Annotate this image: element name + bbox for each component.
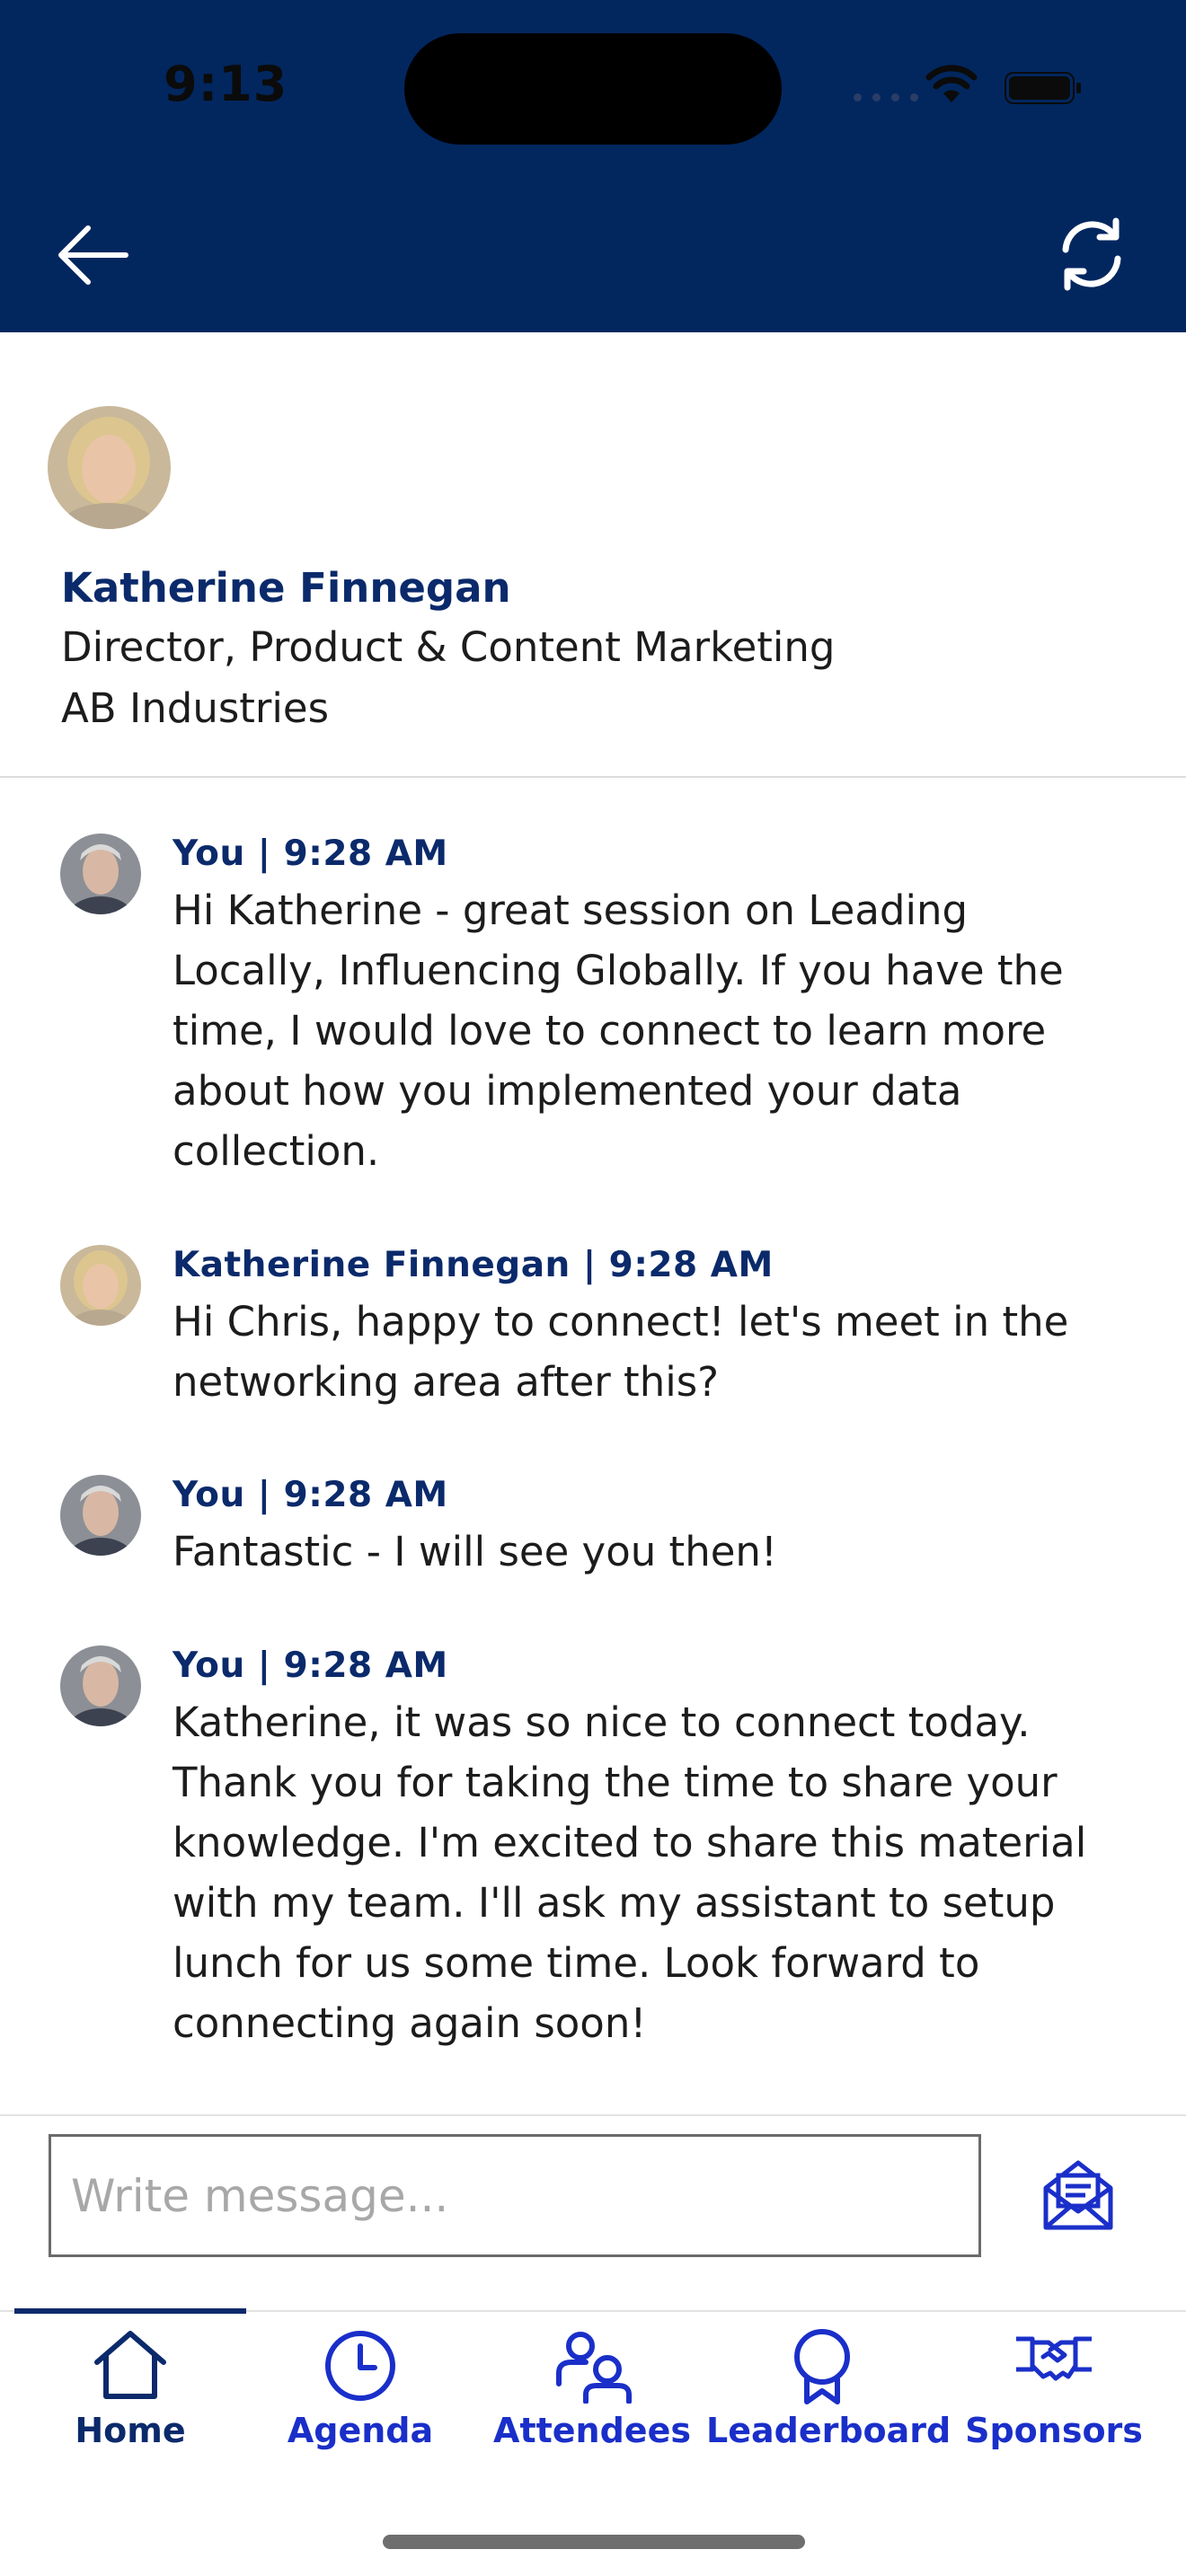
battery-icon xyxy=(1005,72,1081,104)
nav-label: Leaderboard xyxy=(706,2411,951,2450)
contact-title: Director, Product & Content Marketing xyxy=(61,623,836,671)
home-icon xyxy=(94,2331,166,2399)
nav-item-sponsors[interactable]: Sponsors xyxy=(938,2312,1170,2510)
nav-label: Sponsors xyxy=(965,2411,1143,2450)
send-mail-icon[interactable] xyxy=(1040,2157,1116,2233)
ribbon-icon xyxy=(794,2329,850,2404)
message-meta: You | 9:28 AM xyxy=(173,834,448,874)
nav-item-leaderboard[interactable]: Leaderboard xyxy=(706,2312,951,2510)
divider xyxy=(0,776,1186,778)
nav-label: Agenda xyxy=(287,2411,434,2450)
message-text: Hi Katherine - great session on Leading … xyxy=(173,887,1064,1175)
clock-icon xyxy=(325,2331,395,2401)
bottom-nav: Home Agenda Attendees Leaderboard Sponso… xyxy=(0,2312,1186,2510)
wifi-icon xyxy=(925,65,978,102)
message-text: Fantastic - I will see you then! xyxy=(173,1528,777,1575)
nav-item-home[interactable]: Home xyxy=(14,2312,246,2510)
nav-label: Attendees xyxy=(493,2411,691,2450)
avatar xyxy=(60,1245,141,1326)
divider xyxy=(0,2114,1186,2116)
dynamic-island xyxy=(404,33,782,145)
message-input[interactable] xyxy=(49,2134,981,2257)
handshake-icon xyxy=(1016,2336,1092,2381)
message-meta: You | 9:28 AM xyxy=(173,1645,448,1686)
nav-item-agenda[interactable]: Agenda xyxy=(244,2312,476,2510)
contact-profile: Katherine Finnegan Director, Product & C… xyxy=(0,332,1186,778)
avatar xyxy=(60,1645,141,1726)
message-meta: You | 9:28 AM xyxy=(173,1475,448,1515)
cellular-signal-icon xyxy=(854,93,918,101)
home-indicator[interactable] xyxy=(383,2535,805,2549)
app-header: 9:13 xyxy=(0,0,1186,332)
people-icon xyxy=(556,2332,632,2404)
avatar xyxy=(60,834,141,914)
status-time: 9:13 xyxy=(164,56,288,112)
back-arrow-icon[interactable] xyxy=(56,223,129,287)
nav-item-attendees[interactable]: Attendees xyxy=(476,2312,708,2510)
nav-label: Home xyxy=(75,2411,186,2450)
contact-company: AB Industries xyxy=(61,684,330,732)
message-meta: Katherine Finnegan | 9:28 AM xyxy=(173,1245,774,1285)
avatar[interactable] xyxy=(48,406,171,529)
refresh-icon[interactable] xyxy=(1053,216,1130,293)
message-text: Hi Chris, happy to connect! let's meet i… xyxy=(173,1298,1069,1406)
avatar xyxy=(60,1475,141,1556)
contact-name: Katherine Finnegan xyxy=(61,564,511,612)
message-text: Katherine, it was so nice to connect tod… xyxy=(173,1698,1087,2047)
